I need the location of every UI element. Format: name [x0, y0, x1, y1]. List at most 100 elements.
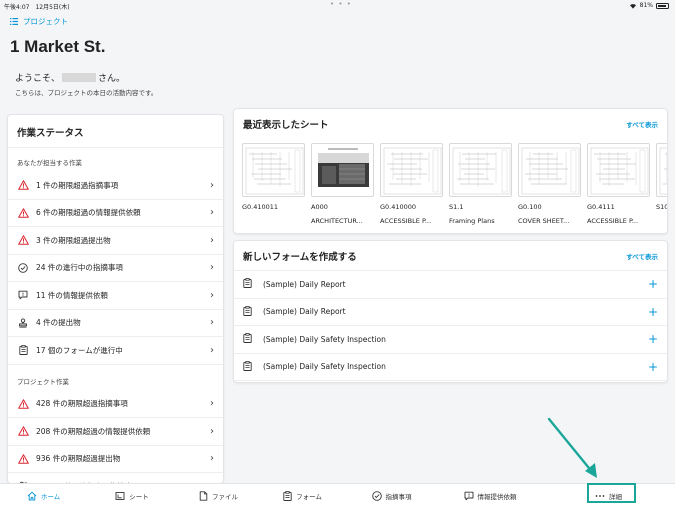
battery-percent: 81%	[639, 2, 653, 9]
sheet-number: G0.100	[518, 203, 542, 211]
welcome-suffix: さん。	[98, 74, 126, 84]
status-row-label: 208 件の期限超過の情報提供依頼	[36, 426, 151, 436]
warning-icon	[17, 234, 29, 246]
work-status-title: 作業ステータス	[8, 115, 223, 148]
sheet-item[interactable]: S1.1 Framing Plans	[449, 143, 512, 225]
recent-sheets-title: 最近表示したシート	[243, 120, 329, 131]
status-row[interactable]: 428 件の期限超過指摘事項 ›	[8, 391, 223, 418]
page-subtitle: こちらは、プロジェクトの本日の活動内容です。	[15, 89, 158, 97]
add-form-icon[interactable]: +	[648, 305, 658, 319]
sheet-item[interactable]: G0.100 COVER SHEET...	[518, 143, 581, 225]
form-row[interactable]: (Sample) Daily Safety Inspection +	[234, 354, 667, 381]
status-row[interactable]: 24 件の進行中の指摘事項 ›	[8, 255, 223, 282]
status-row[interactable]: 6 件の期限超過の情報提供依頼 ›	[8, 200, 223, 227]
status-row-label: 1 件の期限超過指摘事項	[36, 180, 119, 190]
sheet-thumbnail	[449, 143, 512, 197]
status-row-label: 24 件の進行中の指摘事項	[36, 263, 123, 273]
tab-label: ファイル	[212, 492, 238, 501]
tab-form[interactable]: フォーム	[259, 484, 345, 506]
form-row[interactable]: (Sample) Daily Report +	[234, 299, 667, 326]
status-row-label: 17 個のフォームが進行中	[36, 345, 123, 355]
new-forms-title: 新しいフォームを作成する	[243, 252, 357, 263]
sheet-number: G0.410011	[242, 203, 279, 211]
tab-file[interactable]: ファイル	[177, 484, 259, 506]
chevron-right-icon: ›	[210, 425, 214, 437]
welcome-message: ようこそ、 さん。	[15, 71, 125, 84]
tab-check-circle[interactable]: 指摘事項	[345, 484, 438, 506]
chevron-right-icon: ›	[210, 234, 214, 246]
form-template-label: (Sample) Daily Safety Inspection	[263, 362, 386, 372]
sheet-thumbnail	[380, 143, 443, 197]
chat-icon	[464, 491, 474, 501]
annotation-arrow-icon	[547, 417, 597, 478]
clipboard-icon	[17, 344, 29, 356]
list-icon	[10, 18, 18, 25]
form-template-label: (Sample) Daily Safety Inspection	[263, 334, 386, 344]
add-form-icon[interactable]: +	[648, 277, 658, 291]
warning-icon	[17, 207, 29, 219]
sheet-icon	[115, 491, 125, 501]
tab-label: シート	[129, 492, 149, 501]
new-forms-list: (Sample) Daily Report + (Sample) Daily Rep…	[234, 271, 667, 381]
tab-chat[interactable]: 情報提供依頼	[438, 484, 542, 506]
recent-sheets-see-all[interactable]: すべて表示	[626, 119, 658, 129]
warning-icon	[17, 425, 29, 437]
warning-icon	[17, 398, 29, 410]
clipboard-icon	[243, 305, 253, 318]
tab-label: フォーム	[296, 492, 322, 501]
status-row[interactable]: 4 件の提出物 ›	[8, 310, 223, 337]
sheet-number: G0.4111	[587, 203, 615, 211]
form-row[interactable]: (Sample) Daily Report +	[234, 271, 667, 299]
work-status-card: 作業ステータス あなたが担当する作業 1 件の期限超過指摘事項 › 6 件の期限超過…	[7, 114, 224, 484]
new-forms-see-all[interactable]: すべて表示	[626, 251, 658, 261]
highlight-box	[587, 483, 636, 503]
status-row-label: 3 件の期限超過提出物	[36, 235, 111, 245]
tab-label: 情報提供依頼	[477, 492, 517, 501]
multitask-dots-icon[interactable]: • • •	[330, 0, 352, 8]
chevron-right-icon: ›	[210, 398, 214, 410]
breadcrumb[interactable]: プロジェクト	[10, 16, 68, 27]
status-row[interactable]: 936 件の期限超過提出物 ›	[8, 446, 223, 473]
recent-sheets-card: 最近表示したシート すべて表示 G0.410011 A000 ARCHITECTUR…	[233, 108, 668, 234]
form-template-label: (Sample) Daily Report	[263, 307, 346, 317]
form-template-label: (Sample) Daily Report	[263, 279, 346, 289]
tab-sheet[interactable]: シート	[87, 484, 177, 506]
check-circle-icon	[17, 262, 29, 274]
status-row[interactable]: 1 件の期限超過指摘事項 ›	[8, 172, 223, 200]
add-form-icon[interactable]: +	[648, 332, 658, 346]
sheet-item[interactable]: S10	[656, 143, 667, 225]
status-row[interactable]: 3 件の期限超過提出物 ›	[8, 227, 223, 255]
sheet-name: Framing Plans	[449, 217, 495, 225]
status-row[interactable]: 11 件の情報提供依頼 ›	[8, 282, 223, 310]
project-work-label: プロジェクト作業	[17, 377, 69, 386]
sheet-name: ARCHITECTUR...	[311, 217, 363, 225]
wifi-icon	[629, 3, 636, 9]
my-work-list: 1 件の期限超過指摘事項 › 6 件の期限超過の情報提供依頼 › 3 件の期限超過提出物…	[8, 172, 223, 365]
sheet-number: G0.410000	[380, 203, 417, 211]
device-status-bar: 午後4:07 12月5日(木) • • • 81%	[0, 0, 675, 12]
sheet-name: ACCESSIBLE P...	[587, 217, 639, 225]
status-row[interactable]: 17 個のフォームが進行中 ›	[8, 337, 223, 365]
warning-icon	[17, 453, 29, 465]
status-row[interactable]: 208 件の期限超過の情報提供依頼 ›	[8, 418, 223, 446]
tab-label: ホーム	[40, 492, 61, 501]
form-row[interactable]: (Sample) Daily Safety Inspection +	[234, 326, 667, 354]
home-icon	[27, 491, 37, 501]
sheet-item[interactable]: G0.410011	[242, 143, 305, 225]
sheet-thumbnail	[587, 143, 650, 197]
sheet-thumbnail	[518, 143, 581, 197]
add-form-icon[interactable]: +	[648, 360, 658, 374]
project-work-list: 428 件の期限超過指摘事項 › 208 件の期限超過の情報提供依頼 › 936 件の期…	[8, 391, 223, 483]
status-time: 午後4:07 12月5日(木)	[4, 4, 70, 11]
form-icon	[282, 490, 292, 501]
chevron-right-icon: ›	[210, 179, 214, 191]
sheet-item[interactable]: G0.410000 ACCESSIBLE P...	[380, 143, 443, 225]
status-row-label: 428 件の期限超過指摘事項	[36, 399, 128, 409]
sheet-thumbnail	[242, 143, 305, 197]
file-icon	[198, 490, 208, 501]
tab-label: 指摘事項	[385, 492, 412, 501]
sheet-item[interactable]: A000 ARCHITECTUR...	[311, 143, 374, 225]
warning-icon	[17, 179, 29, 191]
tab-home[interactable]: ホーム	[0, 484, 87, 506]
sheet-item[interactable]: G0.4111 ACCESSIBLE P...	[587, 143, 650, 225]
